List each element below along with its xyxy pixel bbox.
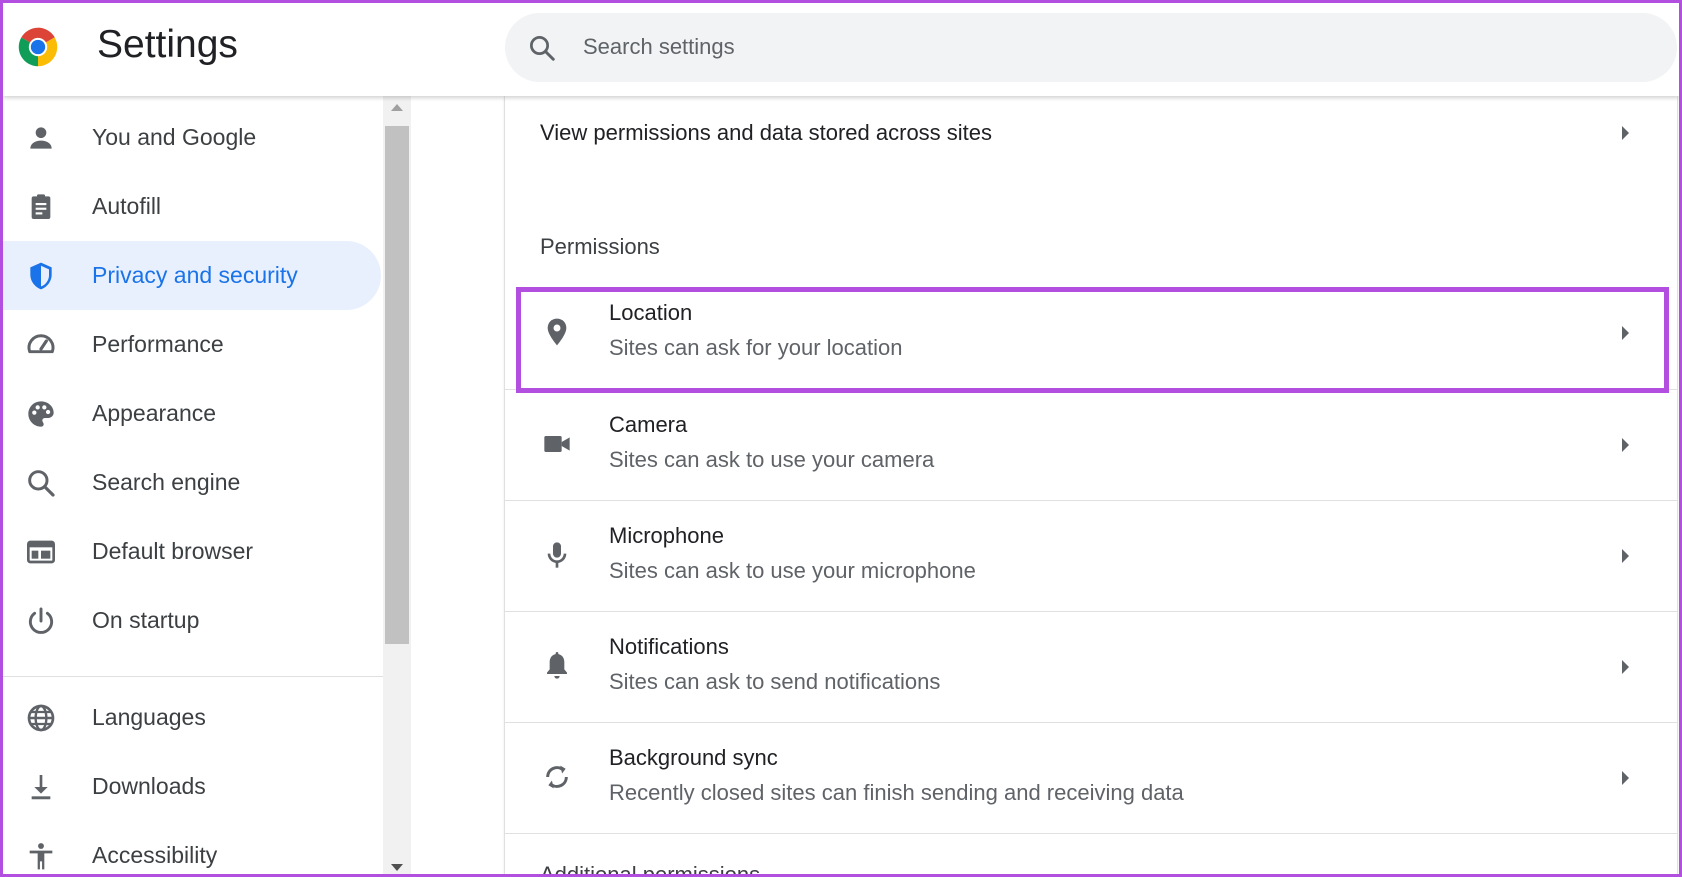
- sidebar-item-appearance[interactable]: Appearance: [3, 379, 381, 448]
- person-icon: [23, 120, 59, 156]
- sidebar-item-performance[interactable]: Performance: [3, 310, 381, 379]
- sidebar-item-label: Accessibility: [92, 842, 218, 868]
- sidebar-item-label: Default browser: [92, 538, 254, 564]
- sync-icon: [539, 759, 575, 795]
- permission-subtitle: Recently closed sites can finish sending…: [609, 780, 1184, 805]
- chevron-right-icon: [1622, 549, 1629, 563]
- chrome-logo-icon: [18, 27, 58, 67]
- download-icon: [23, 769, 59, 805]
- sidebar-item-you-and-google[interactable]: You and Google: [3, 103, 381, 172]
- sidebar-item-accessibility[interactable]: Accessibility: [3, 821, 381, 874]
- microphone-icon: [539, 537, 575, 573]
- sidebar-item-label: Privacy and security: [92, 262, 298, 288]
- permission-row-background-sync[interactable]: Background sync Recently closed sites ca…: [505, 722, 1677, 833]
- search-box[interactable]: [505, 13, 1677, 82]
- sidebar-item-search-engine[interactable]: Search engine: [3, 448, 381, 517]
- sidebar-scrollbar[interactable]: [383, 96, 411, 874]
- permission-title: Background sync: [609, 745, 778, 770]
- scroll-up-arrow-icon[interactable]: [391, 104, 403, 111]
- permission-row-location[interactable]: Location Sites can ask for your location: [505, 278, 1677, 389]
- chevron-right-icon: [1622, 660, 1629, 674]
- permission-row-camera[interactable]: Camera Sites can ask to use your camera: [505, 389, 1677, 500]
- chevron-right-icon: [1622, 326, 1629, 340]
- permission-row-microphone[interactable]: Microphone Sites can ask to use your mic…: [505, 500, 1677, 611]
- sidebar-item-default-browser[interactable]: Default browser: [3, 517, 381, 586]
- location-pin-icon: [539, 314, 575, 350]
- sidebar-item-autofill[interactable]: Autofill: [3, 172, 381, 241]
- chevron-right-icon: [1622, 438, 1629, 452]
- sidebar-item-privacy-and-security[interactable]: Privacy and security: [3, 241, 381, 310]
- bell-icon: [539, 648, 575, 684]
- sidebar: You and Google Autofill Privacy and secu…: [3, 96, 383, 874]
- sidebar-item-label: You and Google: [92, 124, 257, 150]
- browser-window-icon: [23, 534, 59, 570]
- main-content: View permissions and data stored across …: [411, 96, 1679, 877]
- header-bar: Settings: [3, 3, 1679, 96]
- permission-title: Camera: [609, 412, 688, 437]
- sidebar-item-label: Autofill: [92, 193, 162, 219]
- shield-icon: [23, 258, 59, 294]
- permission-subtitle: Sites can ask to send notifications: [609, 669, 941, 694]
- site-settings-card: View permissions and data stored across …: [505, 96, 1677, 877]
- page-title: Settings: [97, 23, 238, 66]
- view-permissions-row[interactable]: View permissions and data stored across …: [505, 96, 1677, 171]
- scrollbar-thumb[interactable]: [385, 126, 409, 644]
- sidebar-divider: [3, 676, 383, 677]
- permission-subtitle: Sites can ask to use your camera: [609, 447, 935, 472]
- sidebar-item-label: Downloads: [92, 773, 206, 799]
- settings-window: Settings You and Google Autofill: [0, 0, 1682, 877]
- permission-row-notifications[interactable]: Notifications Sites can ask to send noti…: [505, 611, 1677, 722]
- chevron-right-icon: [1622, 771, 1629, 785]
- camera-icon: [539, 426, 575, 462]
- view-permissions-label: View permissions and data stored across …: [540, 120, 993, 145]
- palette-icon: [23, 396, 59, 432]
- permission-subtitle: Sites can ask for your location: [609, 335, 903, 360]
- additional-permissions-label: Additional permissions: [540, 862, 761, 877]
- permission-title: Notifications: [609, 634, 729, 659]
- sidebar-item-downloads[interactable]: Downloads: [3, 752, 381, 821]
- sidebar-item-label: Appearance: [92, 400, 217, 426]
- speedometer-icon: [23, 327, 59, 363]
- permissions-section-title: Permissions: [540, 234, 660, 259]
- sidebar-item-on-startup[interactable]: On startup: [3, 586, 381, 655]
- sidebar-item-label: Search engine: [92, 469, 241, 495]
- permission-title: Location: [609, 300, 693, 325]
- search-icon: [23, 465, 59, 501]
- power-icon: [23, 603, 59, 639]
- clipboard-icon: [23, 189, 59, 225]
- permission-subtitle: Sites can ask to use your microphone: [609, 558, 976, 583]
- globe-icon: [23, 700, 59, 736]
- chevron-right-icon: [1622, 126, 1629, 140]
- sidebar-item-label: Performance: [92, 331, 224, 357]
- sidebar-item-label: On startup: [92, 607, 200, 633]
- sidebar-item-languages[interactable]: Languages: [3, 683, 381, 752]
- accessibility-icon: [23, 838, 59, 874]
- search-input[interactable]: [583, 25, 1643, 69]
- search-icon: [530, 36, 555, 61]
- additional-permissions-row[interactable]: Additional permissions: [505, 833, 1677, 877]
- sidebar-item-label: Languages: [92, 704, 206, 730]
- scroll-down-arrow-icon[interactable]: [391, 864, 403, 871]
- permission-title: Microphone: [609, 523, 724, 548]
